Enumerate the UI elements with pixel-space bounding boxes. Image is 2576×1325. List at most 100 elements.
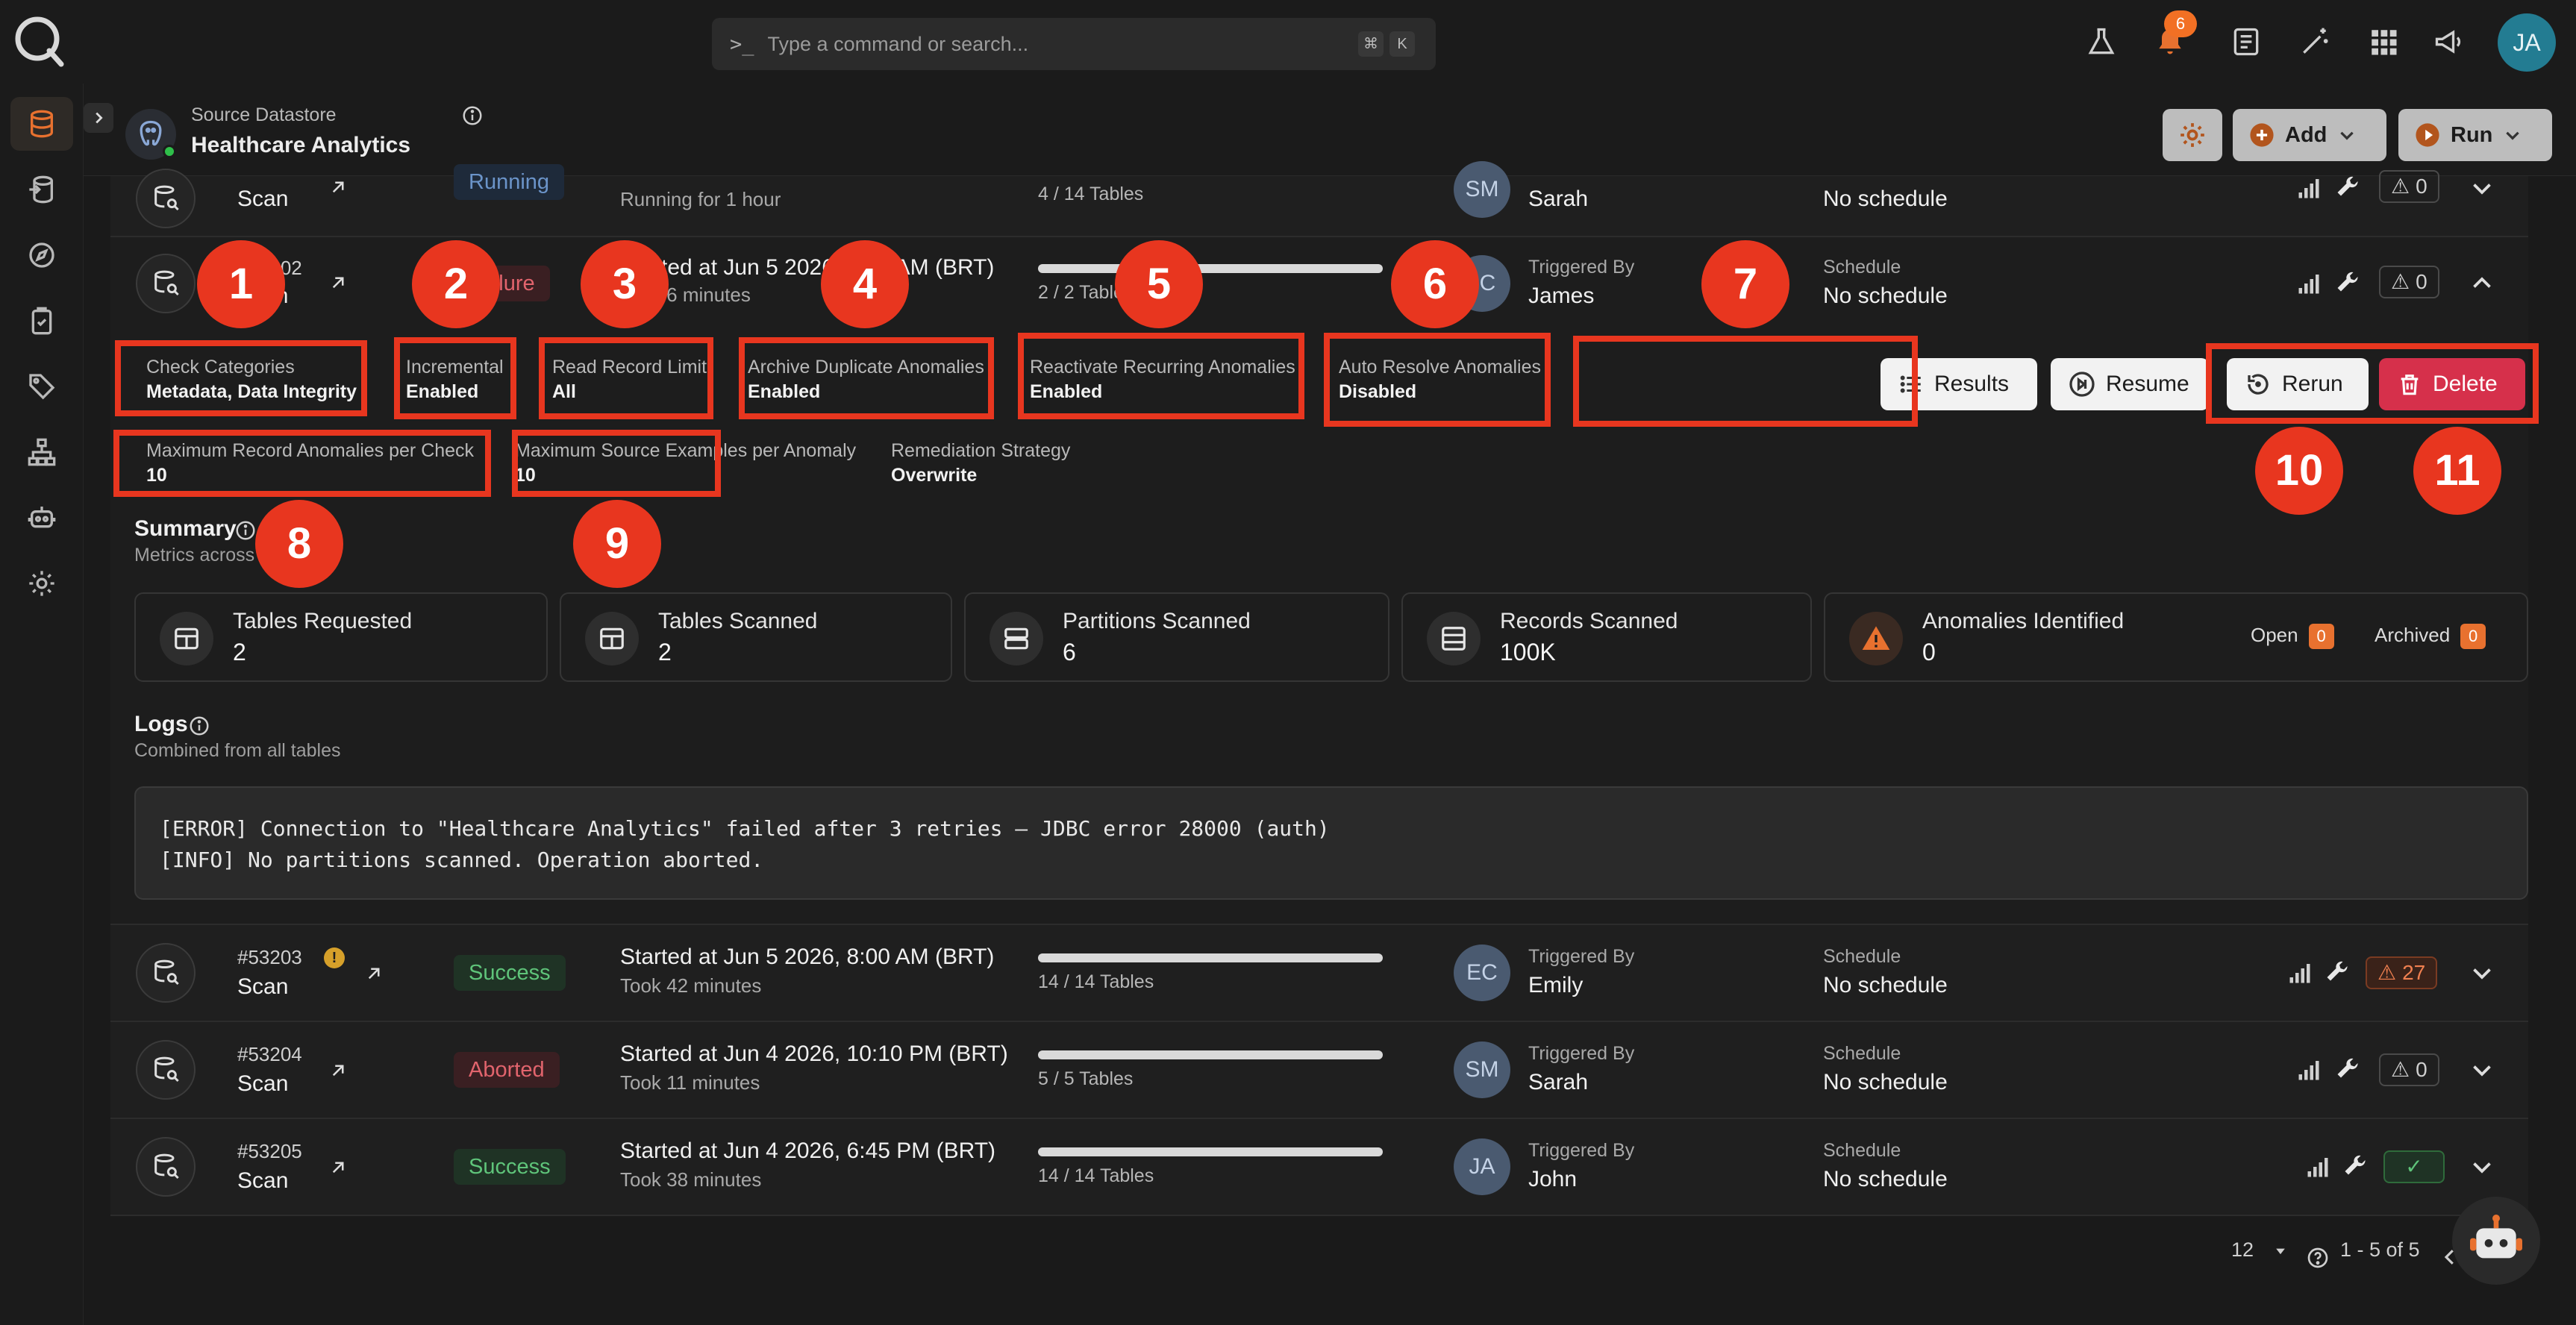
per-page-value: 12	[2231, 1238, 2254, 1261]
card-value: 2	[658, 639, 672, 665]
card-value: 100K	[1500, 639, 1556, 665]
operation-duration: Running for 1 hour	[620, 188, 781, 210]
flask-icon[interactable]	[2081, 21, 2122, 63]
rerun-button[interactable]: Rerun	[2227, 358, 2369, 410]
kv-incremental: Incremental Enabled	[406, 357, 504, 403]
sidebar-item-checks[interactable]	[10, 294, 73, 348]
operation-row[interactable]: #53203 ! Scan Success Started at Jun 5 2…	[110, 925, 2528, 1022]
sidebar-expand-button[interactable]	[84, 103, 113, 133]
compass-icon	[29, 242, 54, 268]
triggered-by-avatar: JA	[1454, 1138, 1510, 1195]
progress-label: 5 / 5 Tables	[1038, 1068, 1134, 1089]
plus-circle-icon	[2250, 123, 2274, 147]
anomalies-badge[interactable]: ✓	[2383, 1150, 2445, 1183]
operation-type: Scan	[237, 187, 289, 211]
signal-icon	[2307, 1158, 2328, 1177]
annotation-number: 8	[255, 500, 343, 588]
pagination-range: 1 - 5 of 5	[2340, 1238, 2420, 1261]
open-badge: 0	[2308, 624, 2334, 649]
resume-button[interactable]: Resume	[2051, 358, 2209, 410]
add-button[interactable]: Add	[2233, 109, 2386, 161]
sidebar-item-tags[interactable]	[10, 360, 73, 413]
wrench-icon	[2337, 176, 2358, 196]
sidebar-item-explore[interactable]	[10, 228, 73, 282]
kv-remediation-strategy: Remediation Strategy Overwrite	[891, 440, 1070, 486]
chevron-down-icon[interactable]	[2469, 959, 2495, 986]
scan-icon	[136, 1040, 196, 1100]
external-link-icon[interactable]	[327, 176, 349, 198]
assistant-bot-button[interactable]	[2452, 1197, 2540, 1285]
apps-grid-icon[interactable]	[2363, 21, 2404, 63]
magic-wand-icon[interactable]	[2294, 21, 2336, 63]
command-search-input[interactable]: >_ Type a command or search... ⌘ K	[712, 18, 1436, 70]
kv-value: All	[552, 381, 576, 402]
progress-bar	[1038, 953, 1383, 962]
results-button[interactable]: Results	[1881, 358, 2037, 410]
external-link-icon[interactable]	[327, 1059, 349, 1082]
datastore-settings-button[interactable]	[2163, 109, 2222, 161]
per-page-select[interactable]: 12	[2231, 1238, 2288, 1262]
operation-row[interactable]: Scan Running Running for 1 hour 4 / 14 T…	[110, 161, 2528, 237]
kv-value: Enabled	[1030, 381, 1103, 402]
operation-id: #53203	[237, 946, 302, 968]
archived-count: Archived 0	[2375, 624, 2486, 649]
annotation-number: 6	[1391, 240, 1479, 328]
info-icon[interactable]	[461, 104, 484, 127]
app-logo-icon[interactable]	[10, 12, 69, 70]
chevron-down-icon[interactable]	[2469, 175, 2495, 201]
database-arrow-icon	[29, 175, 53, 204]
datastore-name: Healthcare Analytics	[191, 133, 411, 157]
kv-max-record-anomalies: Maximum Record Anomalies per Check 10	[146, 440, 474, 486]
run-button[interactable]: Run	[2398, 109, 2552, 161]
signal-icon	[2289, 964, 2310, 983]
open-label: Open	[2251, 624, 2298, 646]
signal-icon	[2298, 275, 2319, 294]
anomalies-badge[interactable]: ⚠ 0	[2379, 266, 2439, 298]
delete-button[interactable]: Delete	[2379, 358, 2525, 410]
warning-icon: ⚠	[2378, 961, 2397, 984]
datastore-label: Source Datastore	[191, 104, 337, 125]
delete-label: Delete	[2433, 372, 2498, 396]
external-link-icon[interactable]	[327, 1156, 349, 1179]
operation-row[interactable]: #53204 Scan Aborted Started at Jun 4 202…	[110, 1022, 2528, 1119]
operation-row[interactable]: #53205 Scan Success Started at Jun 4 202…	[110, 1119, 2528, 1216]
logs-output[interactable]: [ERROR] Connection to "Healthcare Analyt…	[134, 786, 2528, 900]
anomalies-badge[interactable]: ⚠ 0	[2379, 170, 2439, 203]
sidebar-item-settings[interactable]	[10, 557, 73, 610]
clipboard-check-icon	[31, 307, 52, 335]
kv-auto-resolve: Auto Resolve Anomalies Disabled	[1339, 357, 1541, 403]
schedule-value: No schedule	[1823, 973, 1948, 997]
help-icon[interactable]	[2306, 1246, 2330, 1270]
document-icon[interactable]	[2225, 21, 2267, 63]
sidebar-item-flows[interactable]	[10, 425, 73, 479]
anomalies-badge[interactable]: ⚠ 0	[2379, 1053, 2439, 1086]
search-placeholder: Type a command or search...	[767, 32, 1029, 55]
sidebar-item-agents[interactable]	[10, 491, 73, 545]
megaphone-icon[interactable]	[2428, 21, 2470, 63]
triggered-by-avatar: EC	[1454, 945, 1510, 1001]
chevron-down-icon[interactable]	[2469, 1153, 2495, 1180]
annotation-number: 11	[2413, 427, 2501, 515]
info-icon[interactable]	[188, 715, 210, 737]
external-link-icon[interactable]	[363, 962, 385, 985]
triggered-by-label: Triggered By	[1528, 1140, 1635, 1161]
user-avatar[interactable]: JA	[2498, 13, 2556, 72]
kv-key: Remediation Strategy	[891, 440, 1071, 461]
progress-label: 4 / 14 Tables	[1038, 184, 1144, 204]
summary-card-partitions-scanned: Partitions Scanned 6	[964, 592, 1389, 682]
external-link-icon[interactable]	[327, 272, 349, 294]
add-label: Add	[2285, 122, 2328, 147]
sidebar-item-enrichment[interactable]	[10, 163, 73, 216]
schedule-label: Schedule	[1823, 1140, 1901, 1161]
info-icon[interactable]	[234, 519, 257, 542]
annotation-number: 10	[2255, 427, 2343, 515]
anomalies-badge[interactable]: ⚠ 27	[2366, 956, 2438, 989]
card-label: Records Scanned	[1500, 609, 1678, 633]
sidebar-item-datastores[interactable]	[10, 97, 73, 151]
kv-max-source-examples: Maximum Source Examples per Anomaly 10	[515, 440, 856, 486]
resume-label: Resume	[2106, 372, 2189, 396]
logs-title: Logs	[134, 712, 188, 736]
chevron-up-icon[interactable]	[2469, 270, 2495, 297]
chevron-down-icon[interactable]	[2469, 1056, 2495, 1083]
kv-value: Enabled	[748, 381, 821, 402]
